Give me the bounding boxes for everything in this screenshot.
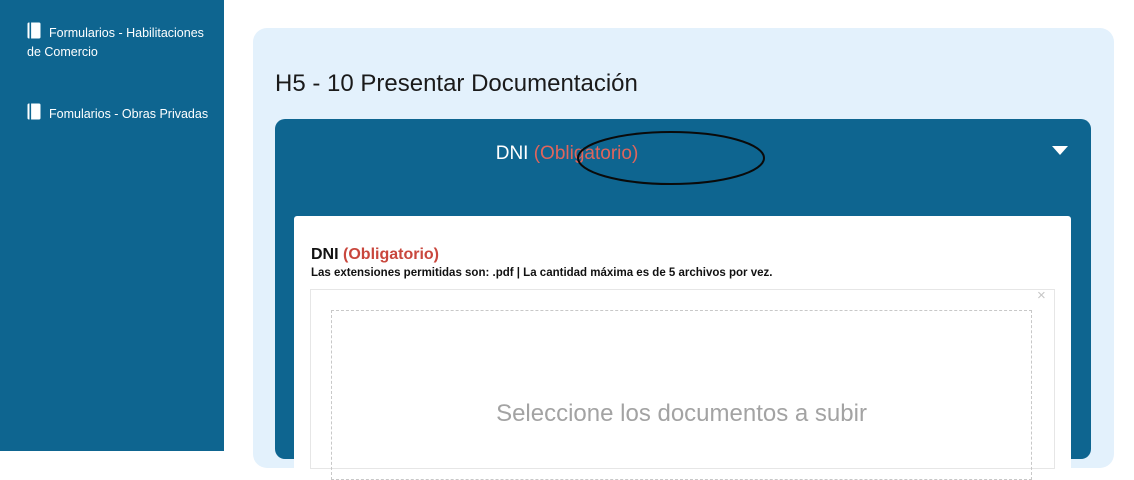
document-icon — [27, 22, 41, 39]
chevron-down-icon[interactable] — [1052, 146, 1068, 156]
close-icon[interactable]: × — [1037, 287, 1046, 304]
dropzone-text: Seleccione los documentos a subir — [496, 400, 867, 427]
sidebar-item-label: Formularios - Habilitaciones de Comercio — [27, 26, 204, 59]
upload-label: DNI (Obligatorio) — [311, 246, 439, 264]
required-tag: (Obligatorio) — [533, 143, 639, 164]
accordion-title: DNI — [495, 143, 529, 164]
accordion-header-dni[interactable]: DNI (Obligatorio) — [0, 143, 1134, 165]
upload-label-text: DNI — [311, 246, 339, 263]
upload-help-text: Las extensiones permitidas son: .pdf | L… — [311, 267, 773, 279]
sidebar: Formularios - Habilitaciones de Comercio… — [0, 0, 224, 451]
upload-required-tag: (Obligatorio) — [343, 246, 439, 263]
document-icon — [27, 103, 41, 120]
sidebar-item-obras-privadas[interactable]: Fomularios - Obras Privadas — [27, 103, 217, 124]
sidebar-item-label: Fomularios - Obras Privadas — [49, 107, 209, 121]
sidebar-item-habilitaciones-comercio[interactable]: Formularios - Habilitaciones de Comercio — [27, 22, 217, 62]
file-dropzone[interactable] — [331, 310, 1032, 480]
page-title: H5 - 10 Presentar Documentación — [275, 70, 638, 97]
